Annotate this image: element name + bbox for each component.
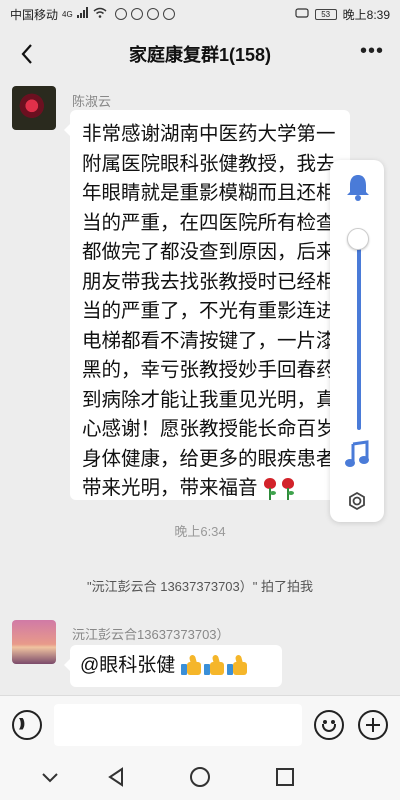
message-bubble[interactable]: 非常感谢湖南中医药大学第一附属医院眼科张健教授，我去年眼睛就是重影模糊而且还相当… [64,110,350,500]
app-notification-icon [114,8,127,20]
clock: 晚上8:39 [342,7,390,22]
recent-square-icon[interactable] [273,765,297,789]
music-note-icon [345,440,369,467]
message-input[interactable] [54,704,302,746]
thumbs-up-emoji-group [181,654,249,677]
carrier-label: 中国移动 [10,7,59,22]
chat-header: 家庭康复群1(158) ••• [0,28,400,80]
avatar[interactable] [12,86,56,130]
gear-icon [349,491,365,511]
network-type: 4G [62,9,73,19]
status-right: 53 晚上8:39 [295,6,390,23]
status-bar: 中国移动 4G 53 晚上8:39 [0,0,400,28]
status-left: 中国移动 4G [10,6,175,23]
bell-button[interactable] [344,172,372,202]
pat-notice: "沅江彭云合 13637373703）" 拍了拍我 [87,579,313,594]
wifi-icon [93,7,107,21]
volume-slider-handle[interactable] [347,228,369,250]
rose-emoji-group [263,477,295,500]
app-notification-icon [162,8,175,20]
ellipsis-icon: ••• [359,40,384,62]
message-text: 非常感谢湖南中医药大学第一附属医院眼科张健教授，我去年眼睛就是重影模糊而且还相当… [82,123,336,499]
message-timestamp: 晚上6:34 [174,524,226,539]
back-triangle-icon[interactable] [104,765,128,789]
notification-icons [114,8,175,20]
chat-input-bar [0,695,400,753]
bell-icon [347,175,369,201]
floating-control-panel [330,160,384,522]
home-circle-icon[interactable] [188,765,212,789]
app-notification-icon [146,8,159,20]
thumbs-up-icon [227,654,249,677]
chat-title: 家庭康复群1(158) [128,45,272,65]
music-note-button[interactable] [343,440,371,470]
rose-icon [263,477,277,500]
settings-button[interactable] [344,488,370,514]
voice-icon[interactable] [12,710,42,740]
app-notification-icon [130,8,143,20]
thumbs-up-icon [204,654,226,677]
thumbs-up-icon [181,654,203,677]
rose-icon [281,477,295,500]
sender-name: 陈淑云 [72,94,112,109]
emoji-icon[interactable] [314,710,344,740]
chevron-left-icon [21,44,32,64]
avatar[interactable] [12,620,56,664]
system-navigation-bar [0,753,400,800]
more-button[interactable]: ••• [360,40,384,63]
mute-icon [295,7,309,22]
signal-icon [76,7,89,21]
message-text: @眼科张健 [80,655,176,676]
battery-indicator: 53 [314,8,337,20]
chevron-down-icon[interactable] [38,765,62,789]
volume-slider-track[interactable] [357,240,361,430]
message-bubble[interactable]: @眼科张健 [64,645,282,687]
back-button[interactable] [14,40,42,68]
sender-name: 沅江彭云合13637373703） [72,627,230,642]
plus-icon[interactable] [358,710,388,740]
